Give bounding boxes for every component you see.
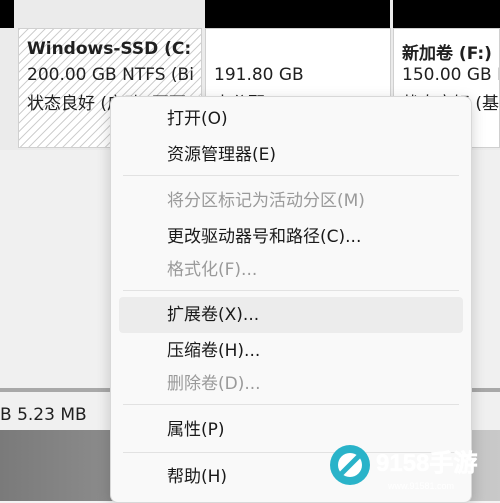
menu-item-open[interactable]: 打开(O) (119, 101, 463, 137)
menu-item-shrink-volume[interactable]: 压缩卷(H)... (119, 333, 463, 369)
volume-f-name: 新加卷 (F:) (402, 44, 492, 64)
volume-f-header-bar (393, 0, 500, 28)
menu-item-delete-volume[interactable]: 删除卷(D)... (119, 366, 463, 402)
menu-item-extend-volume[interactable]: 扩展卷(X)... (119, 297, 463, 333)
menu-item-explorer[interactable]: 资源管理器(E) (119, 137, 463, 173)
menu-item-mark-active[interactable]: 将分区标记为活动分区(M) (119, 183, 463, 219)
menu-separator (123, 404, 459, 405)
menu-separator (123, 175, 459, 176)
watermark-icon: 9158手游 www.91581.com (330, 445, 478, 491)
volume-c-name: Windows-SSD (C: (27, 39, 192, 59)
svg-text:www.91581.com: www.91581.com (387, 481, 454, 491)
volume-f-size: 150.00 GB NTFS (402, 65, 499, 85)
unallocated-header-bar (205, 0, 390, 28)
menu-separator (123, 290, 459, 291)
unallocated-size: 191.80 GB (214, 65, 304, 85)
menu-item-format[interactable]: 格式化(F)... (119, 252, 463, 288)
disk-header-bar (0, 0, 14, 28)
svg-text:9158手游: 9158手游 (376, 449, 477, 477)
disk-size-label: B 5.23 MB (0, 405, 87, 425)
menu-item-change-drive-letter[interactable]: 更改驱动器号和路径(C)... (119, 219, 463, 255)
volume-c-size: 200.00 GB NTFS (Bi (27, 65, 194, 85)
watermark-logo: 9158手游 www.91581.com (326, 435, 496, 495)
